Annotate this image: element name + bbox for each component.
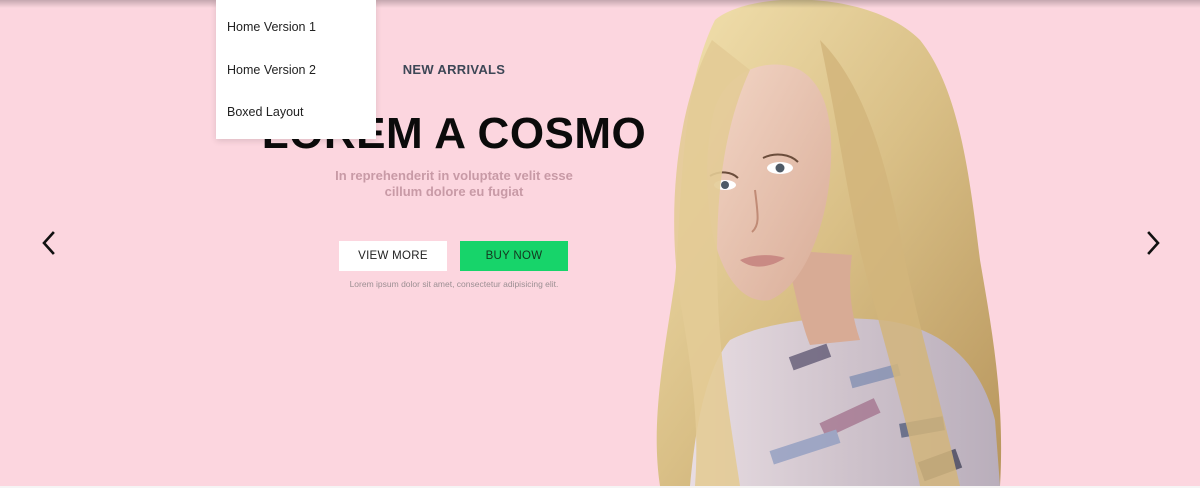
menu-item-boxed-layout[interactable]: Boxed Layout [216, 91, 376, 134]
model-photo [656, 0, 1002, 486]
view-more-button[interactable]: VIEW MORE [339, 241, 447, 271]
slider-next-button[interactable] [1141, 230, 1165, 256]
slide-subtext-line-2: cillum dolore eu fugiat [384, 184, 524, 199]
slide-kicker: NEW ARRIVALS [402, 62, 506, 77]
menu-item-home-version-1[interactable]: Home Version 1 [216, 6, 376, 49]
home-dropdown-menu: Home Version 1 Home Version 2 Boxed Layo… [216, 0, 376, 139]
chevron-left-icon [42, 231, 55, 255]
buy-now-button[interactable]: BUY NOW [460, 241, 568, 271]
slide-caption: Lorem ipsum dolor sit amet, consectetur … [349, 279, 559, 289]
slide-subtext-line-1: In reprehenderit in voluptate velit esse [335, 168, 573, 183]
slide-subtext: In reprehenderit in voluptate velit esse… [318, 168, 590, 200]
chevron-right-icon [1147, 231, 1160, 255]
menu-item-home-version-2[interactable]: Home Version 2 [216, 49, 376, 92]
header-shadow [0, 0, 1200, 8]
hero-slider: NEW ARRIVALS LOREM A COSMO In reprehende… [0, 0, 1200, 486]
slider-prev-button[interactable] [37, 230, 61, 256]
